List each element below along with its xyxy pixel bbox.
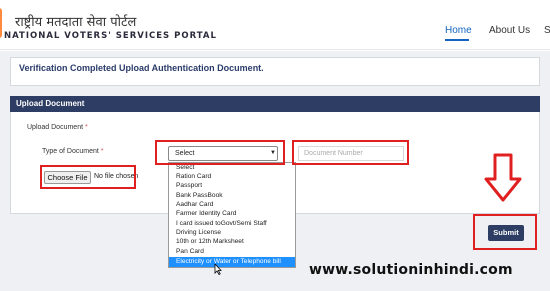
dropdown-option[interactable]: Ration Card bbox=[176, 173, 211, 180]
annotation-docnumber-box bbox=[292, 140, 409, 165]
dropdown-option[interactable]: Select bbox=[176, 164, 194, 171]
dropdown-option-selected[interactable]: Electricity or Water or Telephone bill bbox=[176, 258, 281, 265]
nav-more-link[interactable]: S bbox=[544, 25, 550, 36]
annotation-file-box bbox=[40, 165, 136, 189]
upload-section-header: Upload Document bbox=[10, 96, 540, 112]
arrow-down-icon bbox=[484, 153, 522, 202]
dropdown-option[interactable]: Driving License bbox=[176, 229, 221, 236]
type-of-document-label: Type of Document * bbox=[42, 148, 104, 155]
dropdown-option[interactable]: Passport bbox=[176, 182, 202, 189]
logo-english[interactable]: NATIONAL VOTERS' SERVICES PORTAL bbox=[4, 31, 217, 41]
dropdown-option[interactable]: Pan Card bbox=[176, 248, 204, 255]
nav-home-underline bbox=[445, 39, 469, 41]
dropdown-option[interactable]: Aadhar Card bbox=[176, 201, 213, 208]
watermark: www.solutioninhindi.com bbox=[309, 262, 513, 278]
verification-message: Verification Completed Upload Authentica… bbox=[19, 63, 264, 73]
dropdown-option[interactable]: Farmer Identity Card bbox=[176, 210, 236, 217]
nav-home-link[interactable]: Home bbox=[445, 25, 472, 36]
logo-icon bbox=[0, 8, 2, 38]
dropdown-option[interactable]: 10th or 12th Marksheet bbox=[176, 238, 244, 245]
dropdown-option[interactable]: I card issued toGovt/Semi Staff bbox=[176, 220, 267, 227]
logo-hindi[interactable]: राष्ट्रीय मतदाता सेवा पोर्टल bbox=[15, 12, 136, 30]
upload-document-label: Upload Document * bbox=[27, 124, 88, 131]
nav-about-link[interactable]: About Us bbox=[489, 25, 530, 36]
upload-section-title: Upload Document bbox=[16, 99, 85, 108]
dropdown-option[interactable]: Bank PassBook bbox=[176, 192, 223, 199]
annotation-submit-box bbox=[473, 214, 537, 250]
mouse-pointer-icon bbox=[214, 264, 222, 275]
annotation-select-box bbox=[155, 140, 285, 165]
